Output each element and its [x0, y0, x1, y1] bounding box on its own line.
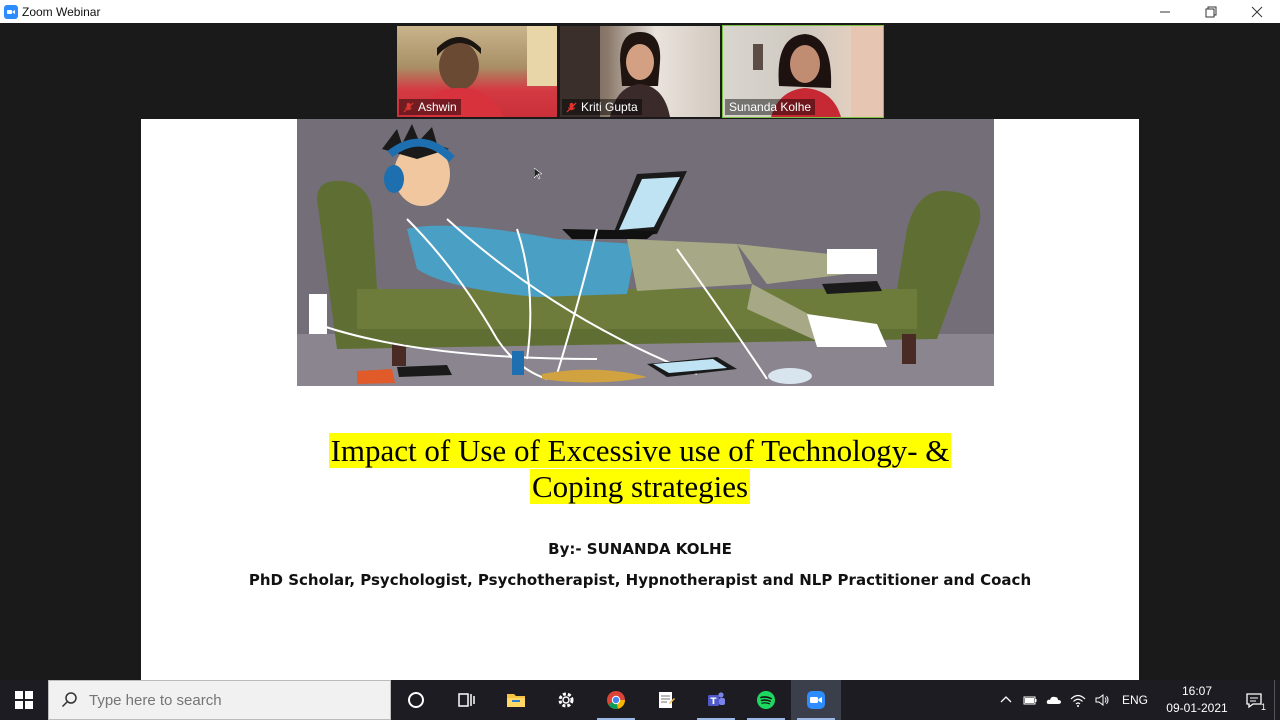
input-language-indicator[interactable]: ENG: [1122, 693, 1148, 707]
task-view-button[interactable]: [441, 680, 491, 720]
taskbar-search-box[interactable]: [48, 680, 391, 720]
participant-video-kriti-gupta[interactable]: Kriti Gupta: [560, 26, 720, 117]
window-title: Zoom Webinar: [22, 4, 101, 19]
battery-button[interactable]: [1018, 680, 1042, 720]
slide-byline: By:- SUNANDA KOLHE: [548, 540, 732, 558]
close-button[interactable]: [1234, 0, 1280, 23]
chevron-up-icon: [1000, 696, 1012, 703]
zoom-icon: [807, 691, 825, 709]
slide-title: Impact of Use of Excessive use of Techno…: [141, 433, 1139, 505]
participant-name: Sunanda Kolhe: [729, 100, 812, 114]
search-input[interactable]: [89, 691, 369, 709]
shared-screen-slide: Impact of Use of Excessive use of Techno…: [141, 119, 1139, 680]
couch-tech-illustration-icon: [297, 119, 994, 386]
participant-label: Ashwin: [399, 99, 461, 115]
notepad-button[interactable]: [641, 680, 691, 720]
participant-video-sunanda-kolhe[interactable]: Sunanda Kolhe: [722, 25, 884, 118]
settings-button[interactable]: [541, 680, 591, 720]
muted-mic-icon: [403, 101, 414, 113]
volume-button[interactable]: [1090, 680, 1114, 720]
teams-button[interactable]: T: [691, 680, 741, 720]
cloud-icon: [1046, 696, 1061, 704]
restore-button[interactable]: [1188, 0, 1234, 23]
minimize-button[interactable]: [1142, 0, 1188, 23]
show-desktop-button[interactable]: [1274, 680, 1280, 720]
cortana-icon: [408, 692, 424, 708]
search-icon: [61, 692, 77, 708]
chrome-icon: [607, 691, 626, 710]
muted-mic-icon: [566, 101, 577, 113]
spotify-icon: [757, 691, 775, 709]
notification-count-badge: 1: [1260, 702, 1266, 712]
slide-title-line-2: Coping strategies: [529, 469, 751, 504]
teams-icon: T: [708, 692, 725, 707]
file-explorer-button[interactable]: [491, 680, 541, 720]
zoom-app-icon: [4, 4, 18, 19]
restore-icon: [1205, 6, 1217, 17]
slide-illustration: [297, 119, 994, 386]
file-explorer-icon: [507, 694, 525, 707]
slide-title-line-1: Impact of Use of Excessive use of Techno…: [328, 433, 952, 468]
battery-icon: [1023, 696, 1037, 705]
zoom-button[interactable]: [791, 680, 841, 720]
participant-label: Sunanda Kolhe: [725, 99, 816, 115]
notepad-icon: [659, 692, 675, 708]
system-tray: ENG 16:07 09-01-2021 1: [994, 680, 1280, 720]
wifi-button[interactable]: [1066, 680, 1090, 720]
spotify-button[interactable]: [741, 680, 791, 720]
slide-credentials: PhD Scholar, Psychologist, Psychotherapi…: [248, 571, 1032, 589]
windows-taskbar: T ENG 16:07 09-01-2021 1: [0, 680, 1280, 720]
window-titlebar: Zoom Webinar: [0, 0, 1280, 23]
close-icon: [1251, 6, 1263, 17]
participant-label: Kriti Gupta: [562, 99, 642, 115]
action-center-button[interactable]: 1: [1234, 680, 1274, 720]
show-hidden-icons-button[interactable]: [994, 680, 1018, 720]
cortana-button[interactable]: [391, 680, 441, 720]
speaker-icon: [1095, 694, 1109, 706]
clock-date: 09-01-2021: [1166, 701, 1228, 715]
participant-name: Ashwin: [418, 100, 457, 114]
minimize-icon: [1160, 11, 1170, 12]
taskbar-clock[interactable]: 16:07 09-01-2021: [1160, 683, 1234, 717]
svg-text:T: T: [710, 697, 717, 707]
start-button[interactable]: [0, 680, 48, 720]
participant-video-ashwin[interactable]: Ashwin: [397, 26, 557, 117]
task-view-icon: [458, 693, 475, 707]
clock-time: 16:07: [1181, 684, 1213, 698]
wifi-icon: [1070, 694, 1086, 707]
participant-name: Kriti Gupta: [581, 100, 638, 114]
webinar-stage: Ashwin Kriti Gupta Sunanda Kolhe Impact …: [0, 23, 1280, 680]
onedrive-button[interactable]: [1042, 680, 1066, 720]
gear-icon: [558, 692, 574, 708]
windows-logo-icon: [15, 691, 33, 709]
mouse-cursor-icon: [534, 168, 542, 180]
chrome-button[interactable]: [591, 680, 641, 720]
